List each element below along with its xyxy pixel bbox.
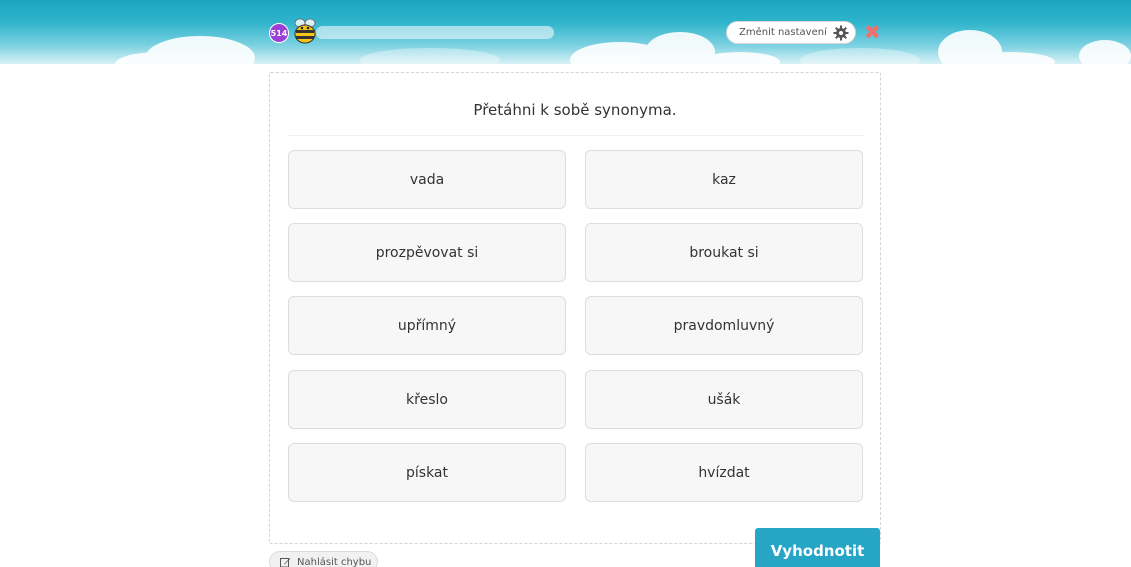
- word-tile-right[interactable]: broukat si: [585, 223, 863, 282]
- exercise-page: 514 Změnit nastavení ✖ Přetáhni k sobě s…: [0, 0, 1131, 567]
- evaluate-button[interactable]: Vyhodnotit: [755, 528, 880, 567]
- word-tile-left[interactable]: upřímný: [288, 296, 566, 355]
- clouds-decoration: [115, 30, 1131, 64]
- exercise-card: Přetáhni k sobě synonyma. vada kaz prozp…: [269, 72, 881, 544]
- word-tile-left[interactable]: pískat: [288, 443, 566, 502]
- word-tile-left[interactable]: prozpěvovat si: [288, 223, 566, 282]
- report-error-button[interactable]: Nahlásit chybu: [269, 551, 378, 567]
- progress-bar: [316, 26, 554, 39]
- counter-badge: 514: [269, 23, 289, 43]
- gear-icon: [833, 25, 849, 40]
- word-tile-left[interactable]: vada: [288, 150, 566, 209]
- word-tile-right[interactable]: pravdomluvný: [585, 296, 863, 355]
- settings-label: Změnit nastavení: [739, 27, 827, 38]
- report-error-label: Nahlásit chybu: [297, 556, 372, 567]
- close-icon[interactable]: ✖: [864, 22, 882, 42]
- word-tile-left[interactable]: křeslo: [288, 370, 566, 429]
- header-sky-band: [0, 0, 1131, 64]
- divider: [288, 135, 864, 136]
- word-tile-right[interactable]: ušák: [585, 370, 863, 429]
- word-tile-right[interactable]: kaz: [585, 150, 863, 209]
- bee-mascot-icon: [294, 18, 316, 44]
- change-settings-button[interactable]: Změnit nastavení: [726, 21, 856, 44]
- edit-icon: [280, 557, 291, 567]
- word-tile-right[interactable]: hvízdat: [585, 443, 863, 502]
- instruction-text: Přetáhni k sobě synonyma.: [473, 101, 677, 119]
